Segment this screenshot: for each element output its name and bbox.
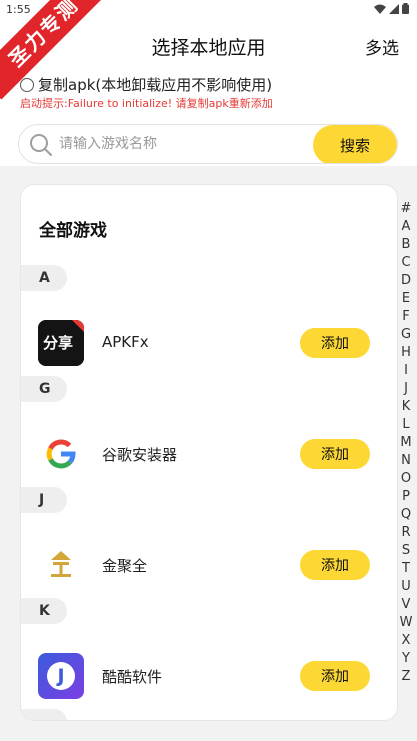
index-letter[interactable]: N xyxy=(398,452,414,470)
list-item[interactable]: J 酷酷软件 添加 xyxy=(21,653,397,701)
app-name: 金聚全 xyxy=(102,557,148,575)
status-icons xyxy=(374,3,409,14)
index-letter[interactable]: H xyxy=(398,344,414,362)
index-letter[interactable]: T xyxy=(398,560,414,578)
wifi-icon xyxy=(374,4,386,14)
index-letter[interactable]: B xyxy=(398,236,414,254)
kuku-j-icon: J xyxy=(38,653,84,699)
index-letter[interactable]: Q xyxy=(398,506,414,524)
copy-apk-option[interactable]: 复制apk(本地卸载应用不影响使用) xyxy=(20,74,272,95)
index-letter[interactable]: M xyxy=(398,434,414,452)
index-letter[interactable]: L xyxy=(398,416,414,434)
section-header-k: K xyxy=(21,598,67,624)
list-item[interactable]: 金聚全 添加 xyxy=(21,542,397,590)
google-g-icon xyxy=(38,431,84,477)
index-letter[interactable]: D xyxy=(398,272,414,290)
section-header-a: A xyxy=(21,265,67,291)
add-button[interactable]: 添加 xyxy=(300,439,370,469)
index-letter[interactable]: C xyxy=(398,254,414,272)
search-icon xyxy=(30,134,52,156)
app-name: 酷酷软件 xyxy=(102,668,163,686)
index-letter[interactable]: F xyxy=(398,308,414,326)
multi-select-button[interactable]: 多选 xyxy=(365,34,399,59)
list-item[interactable]: 分享 APKFx 添加 xyxy=(21,320,397,368)
index-letter[interactable]: I xyxy=(398,362,414,380)
add-button[interactable]: 添加 xyxy=(300,661,370,691)
index-letter[interactable]: V xyxy=(398,596,414,614)
copy-apk-radio[interactable] xyxy=(20,77,34,92)
status-time: 1:55 xyxy=(6,3,31,16)
app-name: 谷歌安装器 xyxy=(102,446,178,464)
add-button[interactable]: 添加 xyxy=(300,328,370,358)
index-letter[interactable]: G xyxy=(398,326,414,344)
index-letter[interactable]: Z xyxy=(398,668,414,686)
index-letter[interactable]: K xyxy=(398,398,414,416)
index-letter[interactable]: W xyxy=(398,614,414,632)
index-letter[interactable]: R xyxy=(398,524,414,542)
app-name: APKFx xyxy=(102,333,149,351)
add-button[interactable]: 添加 xyxy=(300,550,370,580)
index-letter[interactable]: Y xyxy=(398,650,414,668)
apkfx-icon-text: 分享 xyxy=(43,334,74,352)
search-input[interactable] xyxy=(59,125,309,163)
launch-hint: 启动提示:Failure to initialize! 请复制apk重新添加 xyxy=(20,97,273,110)
index-letter[interactable]: X xyxy=(398,632,414,650)
apkfx-share-icon: 分享 xyxy=(38,320,84,366)
index-letter[interactable]: P xyxy=(398,488,414,506)
list-title: 全部游戏 xyxy=(39,221,107,241)
kuku-icon-text: J xyxy=(57,665,65,687)
section-header-g: G xyxy=(21,376,67,402)
search-button[interactable]: 搜索 xyxy=(313,125,397,163)
index-letter[interactable]: E xyxy=(398,290,414,308)
index-letter[interactable]: # xyxy=(398,200,414,218)
search-bar: 搜索 xyxy=(18,124,398,164)
jinjuquan-gold-icon xyxy=(38,542,84,588)
index-letter[interactable]: U xyxy=(398,578,414,596)
list-item[interactable]: 谷歌安装器 添加 xyxy=(21,431,397,479)
cellular-signal-icon xyxy=(389,3,399,14)
index-letter[interactable]: O xyxy=(398,470,414,488)
index-letter[interactable]: S xyxy=(398,542,414,560)
section-header-partial xyxy=(21,709,67,720)
index-letter[interactable]: J xyxy=(398,380,414,398)
battery-icon xyxy=(402,3,409,14)
copy-apk-label: 复制apk(本地卸载应用不影响使用) xyxy=(38,76,273,94)
index-letter[interactable]: A xyxy=(398,218,414,236)
game-list-card: 全部游戏 A 分享 APKFx 添加 G 谷歌安装器 添加 J 金聚全 添加 K… xyxy=(20,184,398,721)
section-header-j: J xyxy=(21,487,67,513)
alphabet-index[interactable]: # A B C D E F G H I J K L M N O P Q R S T U V W X Y Z xyxy=(398,200,414,686)
